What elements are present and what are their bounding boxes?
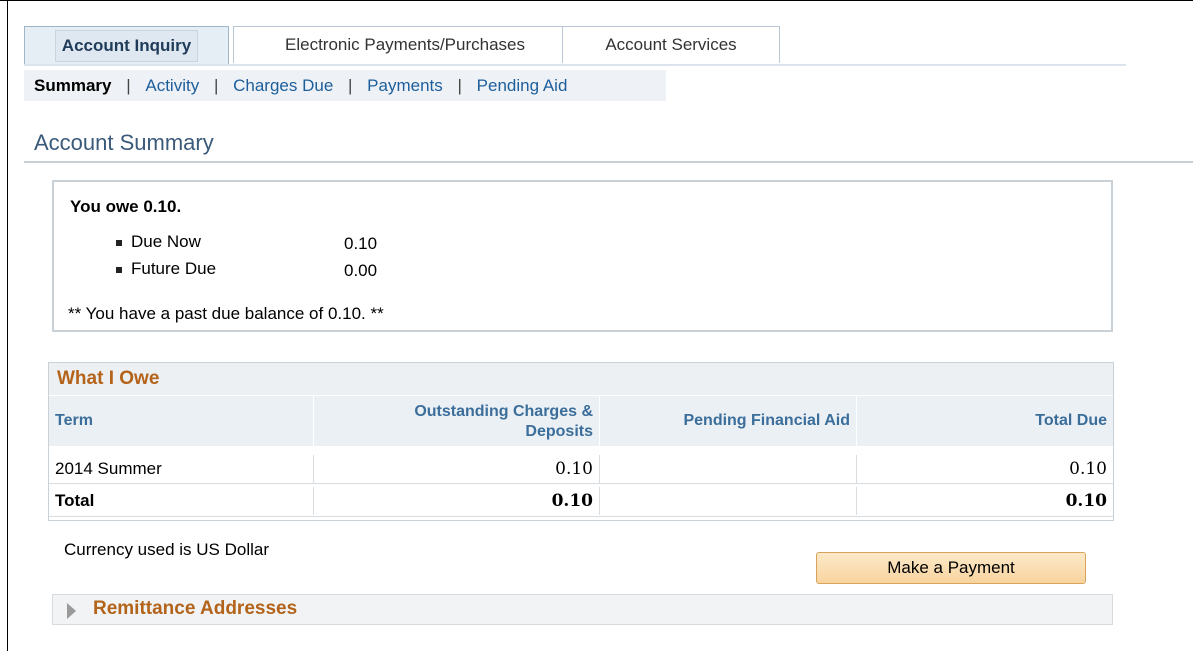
due-now-label: Due Now [131, 232, 201, 251]
col-total-due: Total Due [857, 396, 1113, 446]
tab-bar: Account Inquiry Electronic Payments/Purc… [24, 26, 1126, 66]
cell-term: Total [49, 487, 314, 515]
grid-header: What I Owe [49, 363, 1113, 395]
remittance-addresses-section[interactable]: Remittance Addresses [52, 594, 1113, 625]
currency-note: Currency used is US Dollar [64, 540, 270, 559]
subnav: Summary | Activity | Charges Due | Payme… [24, 70, 666, 101]
col-outstanding-line2: Deposits [525, 423, 593, 440]
due-now-value: 0.10 [344, 234, 378, 253]
subnav-separator: | [213, 76, 219, 95]
tab-electronic-payments[interactable]: Electronic Payments/Purchases [233, 26, 577, 63]
cell-charges: 0.10 [314, 487, 600, 515]
table-row: 2014 Summer 0.10 0.10 [49, 455, 1113, 483]
cell-charges: 0.10 [314, 455, 600, 483]
tab-account-services[interactable]: Account Services [562, 26, 780, 63]
page-title: Account Summary [34, 130, 214, 155]
bullet-icon [116, 266, 122, 273]
what-i-owe-grid: What I Owe Term Outstanding Charges & De… [48, 362, 1114, 521]
tab-account-inquiry[interactable]: Account Inquiry [24, 26, 229, 66]
future-due-label: Future Due [131, 259, 217, 278]
title-divider [24, 161, 1193, 163]
subnav-charges-due[interactable]: Charges Due [233, 70, 333, 101]
col-outstanding-line1: Outstanding Charges & [414, 403, 593, 420]
col-term: Term [49, 396, 314, 446]
make-payment-button[interactable]: Make a Payment [816, 552, 1086, 584]
row-divider [49, 483, 1113, 484]
cell-total: 0.10 [1065, 491, 1107, 511]
future-due-label-row: Future Due [116, 259, 216, 279]
owe-headline: You owe 0.10. [70, 197, 182, 216]
cell-aid [600, 455, 857, 483]
window-top-border [0, 0, 1193, 1]
remittance-label: Remittance Addresses [93, 598, 298, 619]
bullet-icon [116, 239, 122, 246]
tab-underline [24, 64, 1126, 66]
grid-title: What I Owe [57, 368, 160, 389]
due-now-label-row: Due Now [116, 232, 201, 252]
window-left-border [7, 0, 8, 651]
expand-triangle-icon[interactable] [67, 603, 76, 619]
balance-summary-box: You owe 0.10. Due Now 0.10 Future Due 0.… [52, 180, 1113, 332]
subnav-pending-aid[interactable]: Pending Aid [477, 70, 568, 101]
past-due-message: ** You have a past due balance of 0.10. … [68, 304, 384, 323]
future-due-value: 0.00 [344, 261, 378, 280]
subnav-activity[interactable]: Activity [145, 70, 199, 101]
col-outstanding-charges: Outstanding Charges & Deposits [314, 396, 600, 446]
subnav-separator: | [457, 76, 462, 95]
subnav-separator: | [348, 76, 353, 95]
table-row-total: Total 0.10 0.10 [49, 487, 1113, 515]
cell-aid [600, 487, 857, 515]
subnav-summary: Summary [34, 76, 112, 95]
row-divider [49, 516, 1113, 517]
subnav-payments[interactable]: Payments [367, 70, 443, 101]
cell-total: 0.10 [1069, 459, 1107, 479]
subnav-separator: | [126, 76, 131, 95]
col-pending-aid: Pending Financial Aid [600, 396, 857, 446]
cell-term: 2014 Summer [49, 455, 314, 483]
